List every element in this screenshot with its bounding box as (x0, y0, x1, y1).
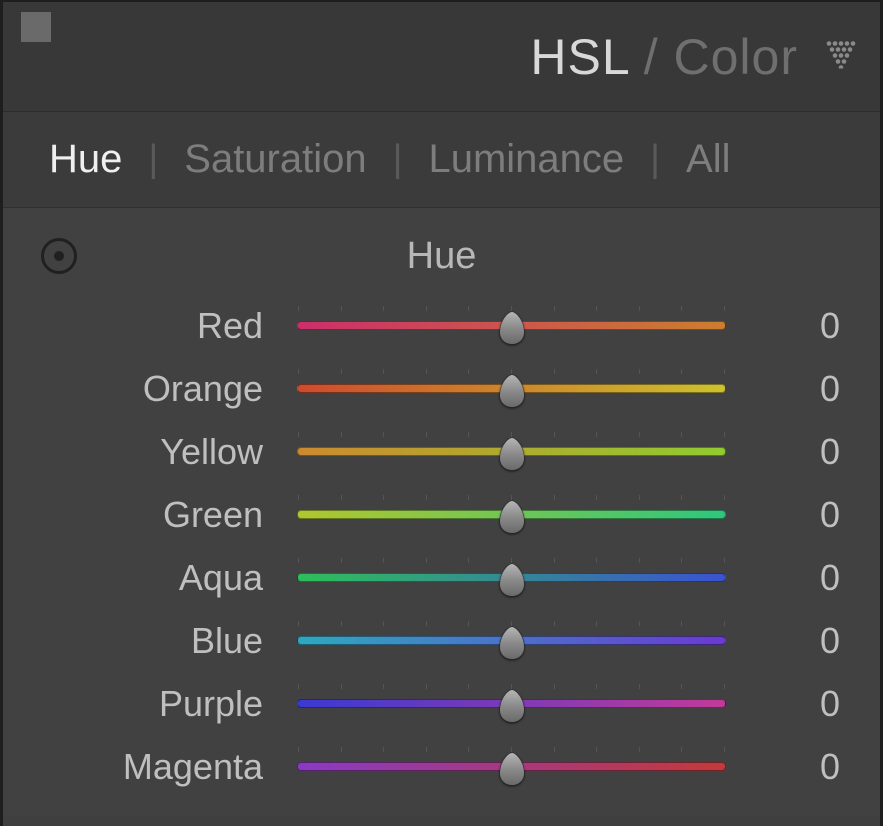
slider-purple[interactable] (297, 690, 726, 718)
slider-orange[interactable] (297, 375, 726, 403)
slider-value-orange[interactable]: 0 (726, 368, 846, 410)
slider-label-green: Green (37, 494, 297, 536)
slider-track (297, 573, 726, 582)
tab-hue[interactable]: Hue (23, 137, 148, 182)
slider-blue[interactable] (297, 627, 726, 655)
tab-separator: | (148, 138, 158, 181)
slider-label-yellow: Yellow (37, 431, 297, 473)
slider-label-purple: Purple (37, 683, 297, 725)
slider-label-orange: Orange (37, 368, 297, 410)
section-title: Hue (37, 235, 846, 278)
slider-value-green[interactable]: 0 (726, 494, 846, 536)
slider-value-yellow[interactable]: 0 (726, 431, 846, 473)
slider-value-blue[interactable]: 0 (726, 620, 846, 662)
slider-row-purple: Purple 0 (37, 672, 846, 735)
slider-track (297, 762, 726, 771)
slider-row-yellow: Yellow 0 (37, 420, 846, 483)
slider-row-orange: Orange 0 (37, 357, 846, 420)
slider-track (297, 636, 726, 645)
slider-track (297, 384, 726, 393)
targeted-adjustment-tool-icon[interactable] (41, 238, 77, 274)
slider-track (297, 447, 726, 456)
slider-track (297, 321, 726, 330)
slider-label-magenta: Magenta (37, 746, 297, 788)
slider-aqua[interactable] (297, 564, 726, 592)
slider-label-aqua: Aqua (37, 557, 297, 599)
slider-value-red[interactable]: 0 (726, 305, 846, 347)
panel-switch-icon[interactable] (826, 40, 856, 73)
panel-toggle-swatch[interactable] (21, 12, 51, 42)
tab-separator: | (650, 138, 660, 181)
slider-value-magenta[interactable]: 0 (726, 746, 846, 788)
hue-section: Hue Red 0Orange 0Yellow (3, 208, 880, 816)
tab-luminance[interactable]: Luminance (402, 137, 650, 182)
slider-row-aqua: Aqua 0 (37, 546, 846, 609)
panel-title-sep: / (644, 29, 674, 85)
slider-label-red: Red (37, 305, 297, 347)
tab-saturation[interactable]: Saturation (158, 137, 392, 182)
slider-track (297, 510, 726, 519)
slider-value-purple[interactable]: 0 (726, 683, 846, 725)
slider-magenta[interactable] (297, 753, 726, 781)
slider-row-blue: Blue 0 (37, 609, 846, 672)
panel-title: HSL / Color (530, 28, 798, 86)
slider-row-red: Red 0 (37, 294, 846, 357)
tab-separator: | (393, 138, 403, 181)
hsl-color-panel: HSL / Color Hue | Saturation | Luminance… (0, 0, 883, 826)
panel-title-hsl: HSL (530, 29, 628, 85)
slider-track (297, 699, 726, 708)
slider-red[interactable] (297, 312, 726, 340)
slider-row-magenta: Magenta 0 (37, 735, 846, 798)
tab-all[interactable]: All (660, 137, 756, 182)
slider-label-blue: Blue (37, 620, 297, 662)
slider-yellow[interactable] (297, 438, 726, 466)
slider-green[interactable] (297, 501, 726, 529)
panel-title-color: Color (674, 29, 798, 85)
hsl-tab-row: Hue | Saturation | Luminance | All (3, 112, 880, 208)
slider-row-green: Green 0 (37, 483, 846, 546)
panel-header: HSL / Color (3, 2, 880, 112)
slider-value-aqua[interactable]: 0 (726, 557, 846, 599)
